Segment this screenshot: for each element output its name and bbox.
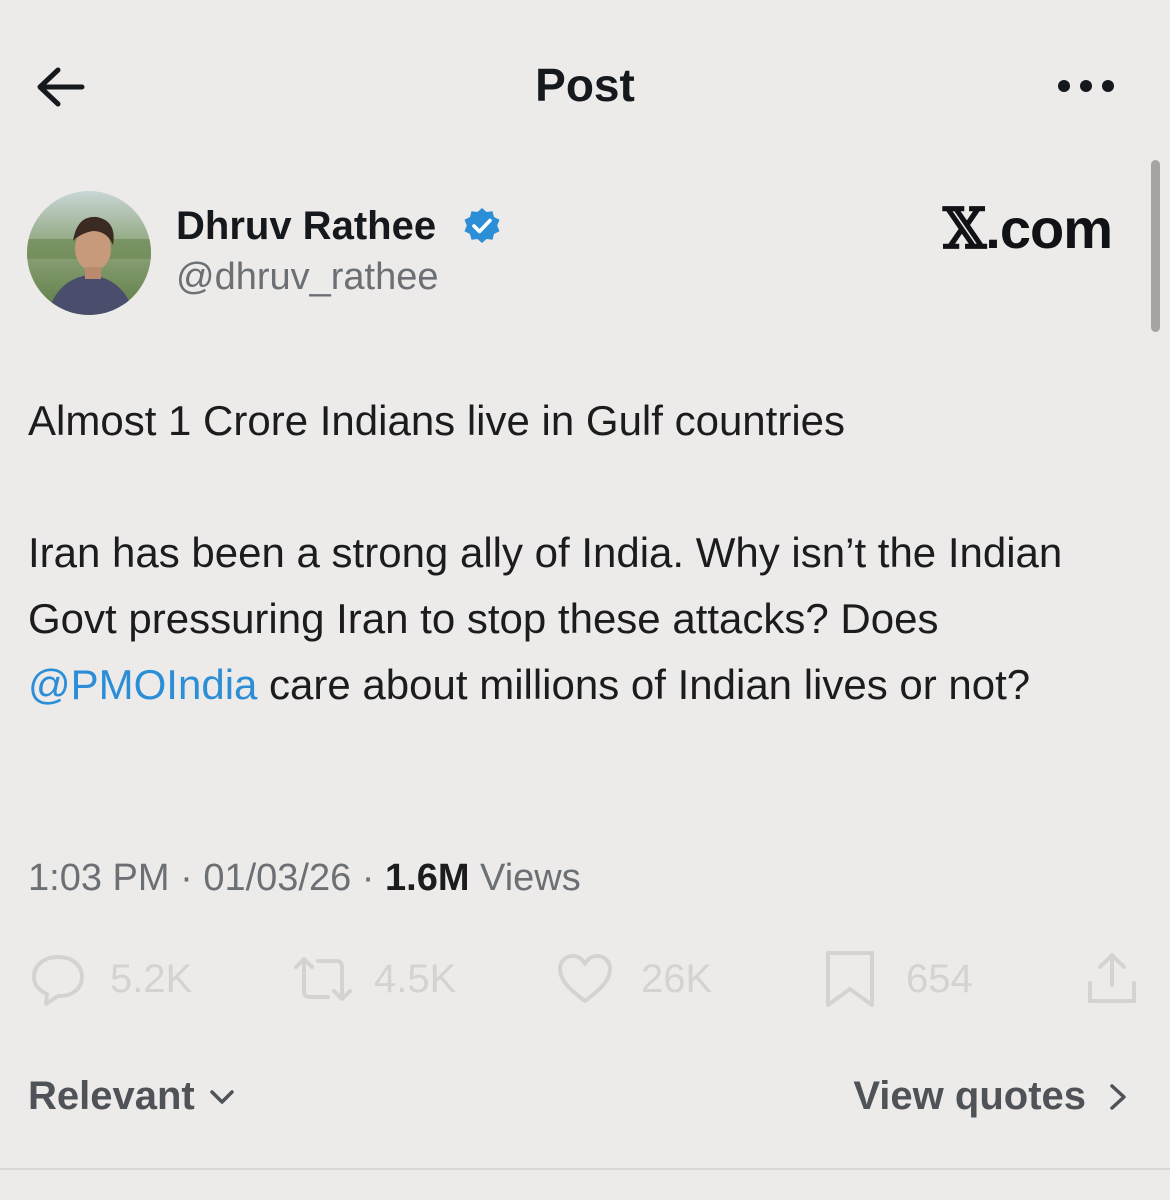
mention-link[interactable]: @PMOIndia	[28, 661, 257, 708]
reply-button[interactable]: 5.2K	[28, 946, 192, 1012]
divider	[0, 1168, 1170, 1170]
avatar[interactable]	[27, 191, 151, 315]
view-quotes-link[interactable]: View quotes	[853, 1074, 1134, 1119]
scrollbar[interactable]	[1151, 160, 1160, 332]
bookmark-button[interactable]: 654	[820, 946, 973, 1012]
repost-icon	[294, 957, 352, 1001]
views-label: Views	[469, 857, 581, 899]
chevron-right-icon	[1110, 1083, 1126, 1110]
view-quotes-label: View quotes	[853, 1074, 1086, 1118]
avatar-image	[27, 191, 151, 315]
more-options-button[interactable]	[1050, 64, 1122, 108]
chevron-down-icon	[210, 1089, 234, 1104]
post-text: Almost 1 Crore Indians live in Gulf coun…	[28, 388, 1138, 718]
reply-count: 5.2K	[110, 956, 193, 1001]
post-paragraph-1: Almost 1 Crore Indians live in Gulf coun…	[28, 397, 846, 444]
repost-button[interactable]: 4.5K	[290, 946, 456, 1012]
like-button[interactable]: 26K	[555, 946, 712, 1012]
sort-label: Relevant	[28, 1074, 195, 1118]
repost-count: 4.5K	[374, 956, 457, 1001]
author-handle[interactable]: @dhruv_rathee	[176, 256, 439, 299]
page-title: Post	[535, 59, 635, 111]
sort-relevant-dropdown[interactable]: Relevant	[28, 1074, 239, 1119]
bookmark-icon	[826, 951, 874, 1007]
bookmark-count: 654	[906, 956, 973, 1001]
more-horizontal-icon	[1058, 80, 1114, 92]
action-bar: 5.2K 4.5K 26K 654	[0, 946, 1170, 1012]
share-button[interactable]	[1082, 946, 1142, 1012]
reply-icon	[32, 955, 84, 1006]
post-paragraph-2: Iran has been a strong ally of India. Wh…	[28, 529, 1063, 708]
share-icon	[1088, 953, 1136, 1003]
post-page: Post Dhruv Rathee @dhruv_rathee 𝕏.com Al…	[0, 0, 1170, 1200]
author-name[interactable]: Dhruv Rathee	[176, 204, 436, 249]
x-com-logo: 𝕏.com	[942, 196, 1113, 262]
verified-badge-icon	[464, 208, 500, 243]
like-count: 26K	[641, 956, 713, 1001]
post-metadata: 1:03 PM · 01/03/26 · 1.6M Views	[28, 857, 581, 899]
heart-icon	[558, 954, 612, 1003]
views-count[interactable]: 1.6M	[385, 857, 469, 899]
post-time: 1:03 PM	[28, 857, 170, 899]
post-date: 01/03/26	[203, 857, 352, 899]
